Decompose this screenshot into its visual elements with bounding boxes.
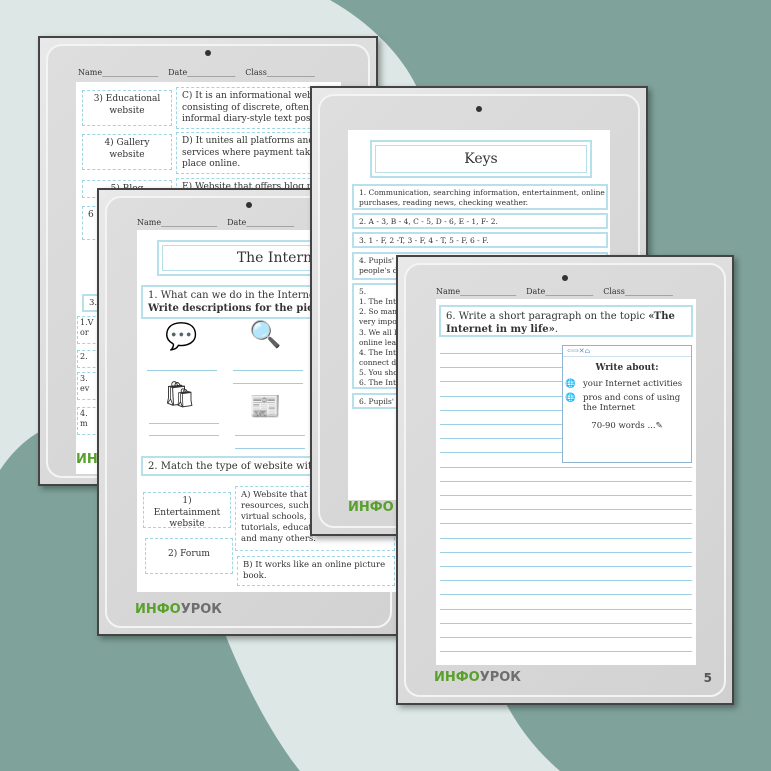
write-about-heading: Write about:: [595, 363, 659, 373]
writing-line: [440, 566, 692, 567]
task-6: 6. Write a short paragraph on the topic …: [439, 305, 693, 337]
globe-icon: 🌐: [565, 379, 576, 389]
browser-toolbar: ⇦⇨✕⌂: [563, 346, 691, 357]
logo: ИНФОУРОК: [135, 602, 222, 617]
writing-line: [440, 466, 692, 468]
online-shopping-icon: 🛍: [163, 380, 197, 410]
web-search-icon: 🔍: [249, 320, 282, 350]
writing-line: [440, 537, 692, 539]
writing-line: [440, 637, 692, 638]
camera-dot: [476, 106, 482, 112]
newspaper-icon: 📰: [249, 392, 282, 422]
header-fields: Name______________ Date____________ Class_…: [78, 68, 315, 77]
match-left: 3) Educational website: [82, 90, 172, 126]
match-left: 4) Gallery website: [82, 134, 172, 170]
writing-line: [440, 509, 692, 511]
word-count-hint: 70-90 words ...✎: [591, 421, 663, 431]
writing-line: [440, 608, 692, 610]
camera-dot: [245, 202, 252, 208]
logo: ИНФОУРОК: [434, 670, 521, 685]
globe-icon: 🌐: [565, 393, 576, 403]
writing-page: 6. Write a short paragraph on the topic …: [436, 299, 696, 665]
writing-line: [440, 551, 692, 553]
writing-line: [440, 594, 692, 596]
page-title: Keys: [375, 145, 587, 173]
browser-window: ⇦⇨✕⌂ Write about: 🌐 your Internet activit…: [562, 345, 692, 463]
writing-line: [440, 651, 692, 653]
page-number: 5: [703, 671, 712, 685]
tablet-page-5: Name______________ Date____________ Class_…: [396, 255, 734, 705]
camera-dot: [205, 50, 211, 56]
logo: ИН: [76, 452, 98, 467]
writing-line: [440, 480, 692, 482]
writing-line: [440, 495, 692, 496]
writing-line: [440, 622, 692, 624]
logo: ИНФО: [348, 500, 394, 515]
camera-dot: [562, 275, 568, 281]
header-fields: Name______________ Date____________: [137, 218, 295, 227]
chat-users-icon: 💬: [165, 322, 198, 352]
writing-line: [440, 523, 692, 525]
header-fields: Name______________ Date____________ Class_…: [436, 287, 673, 296]
writing-line: [440, 580, 692, 582]
